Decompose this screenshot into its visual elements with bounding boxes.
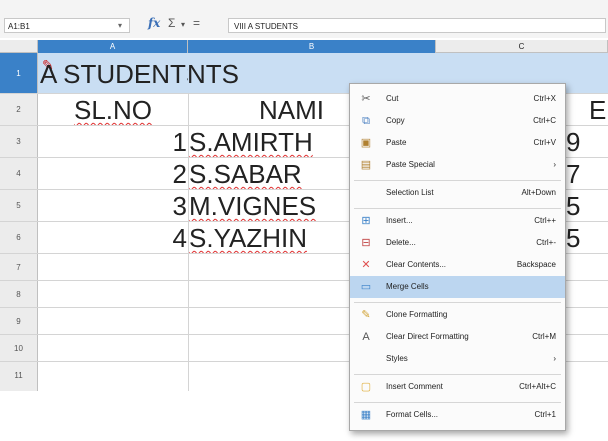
row-header[interactable]: 10 [0,335,38,361]
menu-item-clear-contents[interactable]: ✕ Clear Contents... Backspace [350,254,565,276]
cell-c5-text: 5 [566,191,581,221]
paste-icon: ▣ [360,137,372,149]
menu-item-paste-special[interactable]: ▤ Paste Special › [350,154,565,176]
menu-item-delete[interactable]: ⊟ Delete... Ctrl+- [350,232,565,254]
cell-c4-text: 7 [566,159,581,189]
name-box[interactable]: A1:B1 [4,18,130,33]
menu-item-format-cells[interactable]: ▦ Format Cells... Ctrl+1 [350,404,565,426]
merge-cells-icon: ▭ [360,281,372,293]
cell-text: S.SABAR [189,159,302,189]
menu-item-insert-comment[interactable]: ▢ Insert Comment Ctrl+Alt+C [350,376,565,398]
cell-a5[interactable]: 3 [38,190,188,221]
comment-icon: ▢ [360,381,372,393]
sum-dropdown-icon[interactable]: ▾ [181,20,185,29]
cell-c3-text: 9 [566,127,581,157]
formula-icon[interactable]: = [193,16,200,30]
cell-text: S.YAZHIN [189,223,307,253]
cell-text: NTS [189,59,239,89]
row-header[interactable]: 7 [0,254,38,280]
cell-text: NAMI [259,95,324,125]
cell-a6[interactable]: 4 [38,222,188,253]
row-header[interactable]: 3 [0,126,38,157]
cell-text: 1 [172,127,187,157]
function-wizard-icon[interactable]: fx [148,16,160,30]
submenu-arrow-icon: › [553,160,556,169]
cell-a2[interactable]: SL.NO [38,94,188,125]
format-cells-icon: ▦ [360,409,372,421]
column-header-c[interactable]: C [436,40,608,53]
paste-special-icon: ▤ [360,159,372,171]
cell-text: A STUDENTS [40,59,188,89]
column-header-a[interactable]: A [38,40,188,53]
menu-item-merge-cells[interactable]: ▭ Merge Cells [350,276,565,298]
menu-item-insert[interactable]: ⊞ Insert... Ctrl++ [350,210,565,232]
copy-icon: ⧉ [362,115,370,127]
row-header[interactable]: 4 [0,158,38,189]
menu-item-styles[interactable]: Styles › [350,348,565,370]
row-header[interactable]: 2 [0,94,38,125]
name-box-dropdown-icon[interactable]: ▾ [114,19,126,32]
menu-item-copy[interactable]: ⧉ Copy Ctrl+C [350,110,565,132]
menu-item-cut[interactable]: ✂ Cut Ctrl+X [350,88,565,110]
menu-item-paste[interactable]: ▣ Paste Ctrl+V [350,132,565,154]
submenu-arrow-icon: › [553,354,556,363]
formula-input[interactable]: VIII A STUDENTS [228,18,606,33]
cell-text: 2 [172,159,187,189]
row-header[interactable]: 9 [0,308,38,334]
row-header[interactable]: 8 [0,281,38,307]
delete-cells-icon: ⊟ [361,237,371,249]
cell-text: 4 [172,223,187,253]
cell-c6-text: 5 [566,223,581,253]
menu-item-clear-direct-formatting[interactable]: A Clear Direct Formatting Ctrl+M [350,326,565,348]
cell-a4[interactable]: 2 [38,158,188,189]
cell-a1[interactable]: ✎ A STUDENTS [38,53,188,93]
scissors-icon: ✂ [361,93,371,105]
cell-text: SL.NO [73,95,153,125]
row-header[interactable]: 11 [0,362,38,391]
row-header[interactable]: 1 [0,53,38,93]
menu-item-selection-list[interactable]: Selection List Alt+Down [350,182,565,204]
insert-cells-icon: ⊞ [361,215,371,227]
column-header-b[interactable]: B [188,40,436,53]
context-menu: ✂ Cut Ctrl+X ⧉ Copy Ctrl+C ▣ Paste Ctrl+… [349,83,566,431]
cell-text: M.VIGNES [189,191,317,221]
sum-icon[interactable]: Σ [168,16,175,30]
cell-c2-text: E [589,95,607,125]
menu-item-clone-formatting[interactable]: ✎ Clone Formatting [350,304,565,326]
row-header[interactable]: 6 [0,222,38,253]
clone-brush-icon: ✎ [361,309,371,321]
cell-a3[interactable]: 1 [38,126,188,157]
formula-bar: A1:B1 ▾ fx Σ ▾ = VIII A STUDENTS [0,0,608,38]
clear-icon: ✕ [361,259,371,271]
select-all-corner[interactable] [0,40,38,53]
clear-formatting-icon: A [362,331,370,343]
row-header[interactable]: 5 [0,190,38,221]
cell-text: S.AMIRTH [189,127,313,157]
cell-text: 3 [172,191,187,221]
